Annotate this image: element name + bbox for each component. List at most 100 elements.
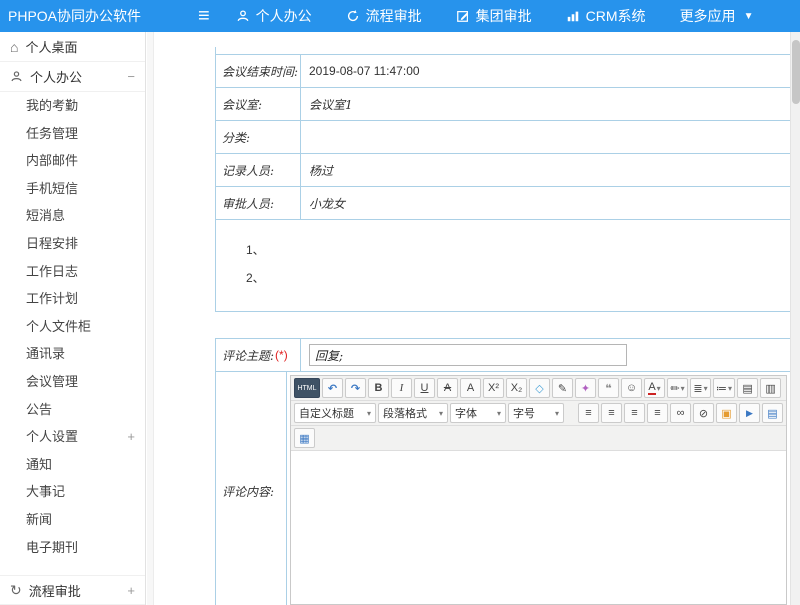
paragraph-format-select[interactable]: 段落格式▾ — [378, 403, 448, 423]
sidebar-item-internal-mail[interactable]: 内部邮件 — [0, 147, 145, 175]
chevron-down-icon: ▾ — [555, 409, 559, 418]
sidebar-item-sms[interactable]: 手机短信 — [0, 175, 145, 203]
chevron-down-icon: ▼ — [744, 11, 754, 22]
table-row: 会议结束时间: 2019-08-07 11:47:00 — [216, 55, 790, 88]
table-row: 会议室: 会议室1 — [216, 88, 790, 121]
nav-personal-office[interactable]: 个人办公 — [236, 6, 312, 26]
sidebar-item-work-plan[interactable]: 工作计划 — [0, 285, 145, 313]
underline-button[interactable]: U — [414, 378, 435, 398]
sidebar-item-personal-office[interactable]: 个人办公 − — [0, 62, 145, 92]
strikethrough-button[interactable]: A — [437, 378, 458, 398]
top-nav: 个人办公 流程审批 集团审批 CRM系统 更多应用 — [236, 6, 754, 26]
sidebar-item-tasks[interactable]: 任务管理 — [0, 120, 145, 148]
expand-icon[interactable]: + — [127, 583, 135, 598]
table-row: 评论主题:(*) — [216, 339, 790, 372]
ordered-list-button[interactable]: ≣▾ — [690, 378, 711, 398]
highlight-button[interactable]: ✏▾ — [667, 378, 688, 398]
undo-button[interactable]: ↶ — [322, 378, 343, 398]
media-button[interactable]: ▶ — [739, 403, 760, 423]
eraser-button[interactable]: ◇ — [529, 378, 550, 398]
menu-toggle-icon[interactable]: ≡ — [198, 6, 210, 26]
font-color-button[interactable]: A▾ — [644, 378, 665, 398]
chevron-down-icon: ▾ — [728, 384, 732, 393]
sidebar-item-short-message[interactable]: 短消息 — [0, 202, 145, 230]
sidebar-item-notifications[interactable]: 通知 — [0, 451, 145, 479]
rich-text-editor: HTML ↶ ↷ B I U A A X² X₂ ◇ ✎ ✦ — [290, 375, 787, 605]
chevron-down-icon: ▾ — [681, 384, 685, 393]
chevron-down-icon: ▾ — [704, 384, 708, 393]
field-label: 评论主题: — [222, 347, 274, 364]
italic-button[interactable]: I — [391, 378, 412, 398]
image-button[interactable]: ▣ — [716, 403, 737, 423]
editor-toolbar-row3: ▦ — [291, 426, 786, 451]
font-size-select[interactable]: 字号▾ — [508, 403, 564, 423]
redo-button[interactable]: ↷ — [345, 378, 366, 398]
field-label: 评论内容: — [216, 372, 287, 605]
bar-chart-icon — [566, 9, 580, 23]
sidebar-item-meeting-management[interactable]: 会议管理 — [0, 368, 145, 396]
editor-content-area[interactable] — [291, 451, 786, 604]
nav-label: CRM系统 — [586, 6, 646, 26]
sidebar-item-workflow-approval[interactable]: ↻ 流程审批 + — [0, 575, 145, 605]
link-button[interactable]: ∞ — [670, 403, 691, 423]
comment-content-cell: HTML ↶ ↷ B I U A A X² X₂ ◇ ✎ ✦ — [287, 372, 790, 605]
editor-toolbar-row1: HTML ↶ ↷ B I U A A X² X₂ ◇ ✎ ✦ — [291, 376, 786, 401]
cycle-icon — [346, 9, 360, 23]
sidebar-item-events[interactable]: 大事记 — [0, 478, 145, 506]
align-right-button[interactable]: ≡ — [624, 403, 645, 423]
page-button[interactable]: ▥ — [760, 378, 781, 398]
nav-label: 个人办公 — [256, 6, 312, 26]
table-row: 记录人员: 杨过 — [216, 154, 790, 187]
sidebar-item-attendance[interactable]: 我的考勤 — [0, 92, 145, 120]
nav-more-apps[interactable]: 更多应用 ▼ — [680, 6, 754, 26]
vertical-scrollbar[interactable] — [790, 32, 800, 605]
meeting-detail-table: 会议结束时间: 2019-08-07 11:47:00 会议室: 会议室1 分类… — [215, 47, 790, 312]
comment-subject-input[interactable] — [309, 344, 627, 366]
source-button[interactable]: HTML — [294, 378, 320, 398]
comment-form: 评论主题:(*) 评论内容: HTML ↶ ↷ B I — [215, 338, 790, 605]
unordered-list-button[interactable]: ≔▾ — [713, 378, 735, 398]
font-family-select[interactable]: 字体▾ — [450, 403, 506, 423]
emoticon-button[interactable]: ☺ — [621, 378, 642, 398]
chevron-down-icon: ▾ — [439, 409, 443, 418]
field-label: 分类: — [216, 121, 301, 153]
remove-format-button[interactable]: A — [460, 378, 481, 398]
align-center-button[interactable]: ≡ — [601, 403, 622, 423]
heading-select[interactable]: 自定义标题▾ — [294, 403, 376, 423]
sidebar-item-schedule[interactable]: 日程安排 — [0, 230, 145, 258]
sidebar-item-e-journal[interactable]: 电子期刊 — [0, 534, 145, 562]
nav-group-approval[interactable]: 集团审批 — [456, 6, 532, 26]
subscript-button[interactable]: X₂ — [506, 378, 527, 398]
bold-button[interactable]: B — [368, 378, 389, 398]
sidebar-item-contacts[interactable]: 通讯录 — [0, 340, 145, 368]
nav-workflow-approval[interactable]: 流程审批 — [346, 6, 422, 26]
unlink-button[interactable]: ⊘ — [693, 403, 714, 423]
edit-icon — [456, 9, 470, 23]
quote-button[interactable]: ❝ — [598, 378, 619, 398]
format-brush-button[interactable]: ✎ — [552, 378, 573, 398]
nav-crm-system[interactable]: CRM系统 — [566, 6, 646, 26]
file-button[interactable]: ▤ — [762, 403, 783, 423]
comment-subject-cell — [301, 339, 790, 371]
align-left-button[interactable]: ≡ — [578, 403, 599, 423]
field-label: 会议结束时间: — [216, 55, 301, 87]
sidebar-item-announcement[interactable]: 公告 — [0, 396, 145, 424]
field-value — [301, 121, 790, 153]
align-justify-button[interactable]: ≡ — [647, 403, 668, 423]
collapse-icon[interactable]: − — [127, 69, 135, 84]
table-grid-button[interactable]: ▤ — [737, 378, 758, 398]
scrollbar-thumb[interactable] — [792, 40, 800, 104]
sidebar-item-desktop[interactable]: ⌂ 个人桌面 — [0, 32, 145, 62]
person-icon — [10, 70, 23, 83]
content-line: 2、 — [246, 264, 790, 292]
sidebar-item-work-log[interactable]: 工作日志 — [0, 258, 145, 286]
expand-icon[interactable]: + — [127, 423, 135, 451]
superscript-button[interactable]: X² — [483, 378, 504, 398]
table-row — [216, 47, 790, 55]
table-button[interactable]: ▦ — [294, 428, 315, 448]
app-window: PHPOA协同办公软件 ≡ 个人办公 流程审批 集团审批 — [0, 0, 800, 605]
sidebar-item-file-cabinet[interactable]: 个人文件柜 — [0, 313, 145, 341]
magic-button[interactable]: ✦ — [575, 378, 596, 398]
sidebar-item-personal-settings[interactable]: 个人设置 + — [0, 423, 145, 451]
sidebar-item-news[interactable]: 新闻 — [0, 506, 145, 534]
